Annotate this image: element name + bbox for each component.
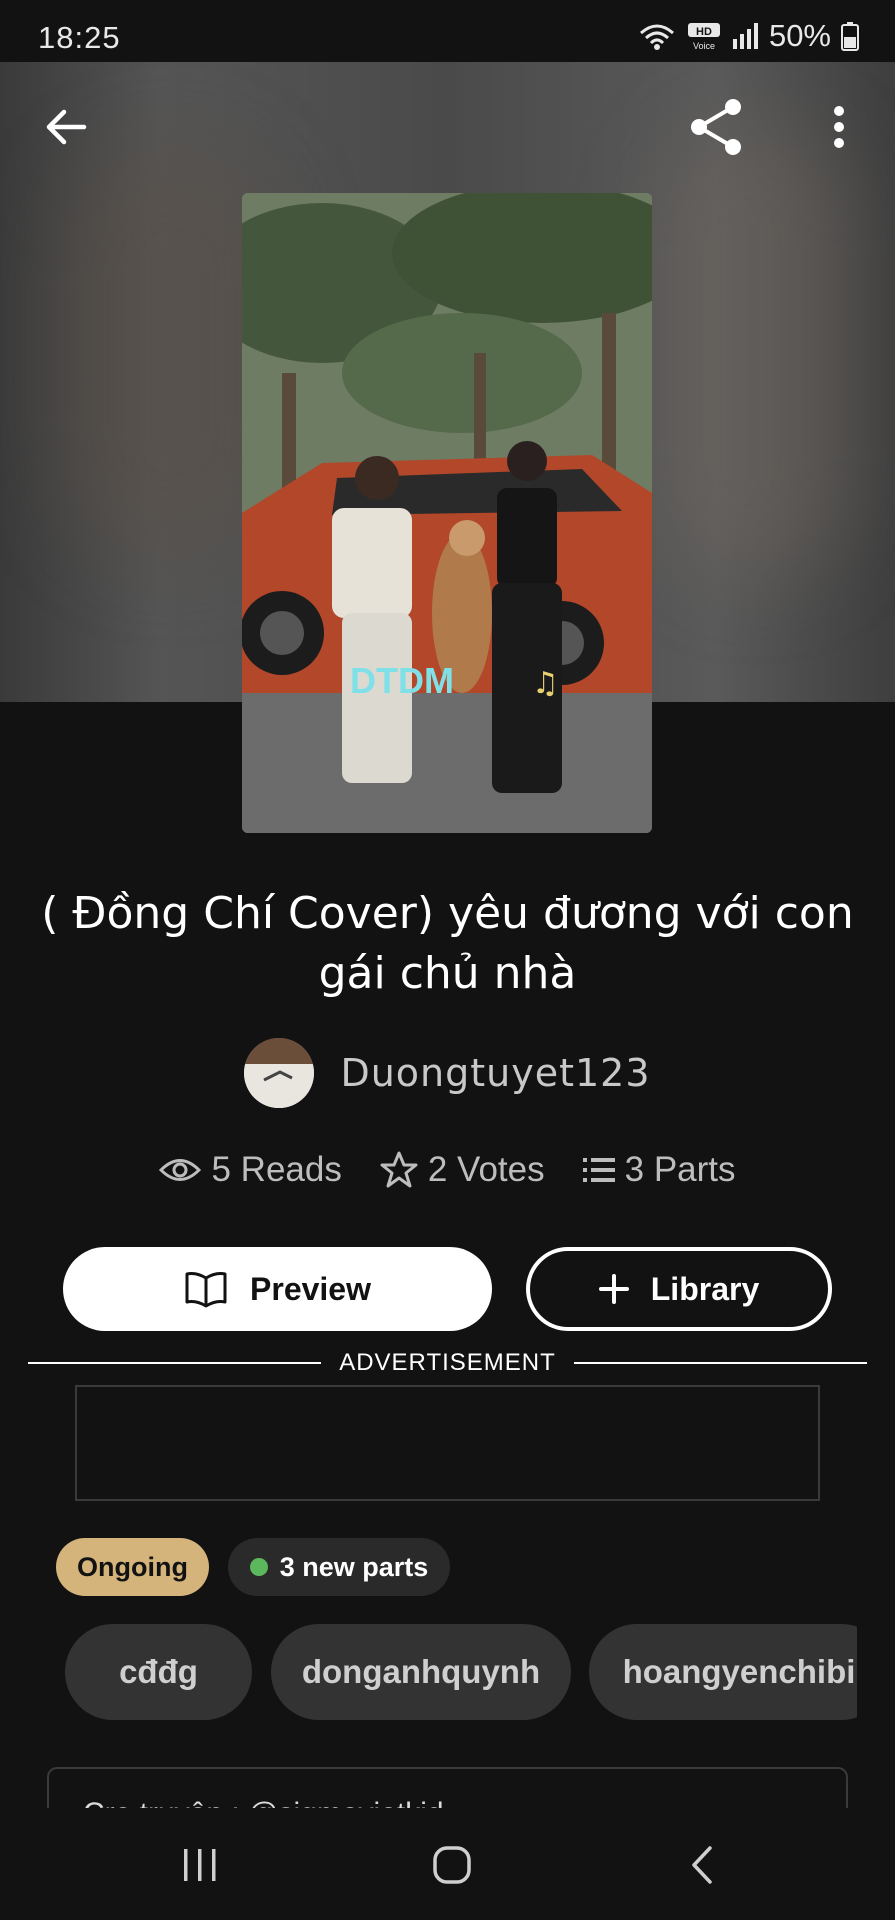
open-book-icon <box>185 1272 227 1308</box>
battery-percent: 50% <box>768 18 831 53</box>
ongoing-label: Ongoing <box>77 1551 188 1582</box>
back-arrow-icon <box>46 109 87 145</box>
votes-count: 2 Votes <box>427 1150 545 1189</box>
system-nav-bar <box>0 1808 895 1920</box>
battery-icon <box>841 22 859 51</box>
votes-stat: 2 Votes <box>380 1150 545 1190</box>
preview-button[interactable]: Preview <box>63 1247 492 1331</box>
eye-icon <box>159 1159 202 1181</box>
author-name[interactable]: Duongtuyet123 <box>340 1051 650 1095</box>
tag-chip[interactable]: cđđg <box>65 1624 252 1720</box>
ad-divider: ADVERTISEMENT <box>28 1348 867 1378</box>
story-cover[interactable]: DTDM ♫ <box>242 193 652 833</box>
status-time: 18:25 <box>38 20 121 55</box>
story-stats: 5 Reads 2 Votes 3 Parts <box>0 1150 895 1190</box>
svg-text:Voice: Voice <box>693 41 715 51</box>
recent-apps-button[interactable] <box>160 1830 240 1900</box>
new-parts-label: 3 new parts <box>279 1551 429 1582</box>
share-button[interactable] <box>681 91 753 163</box>
reads-count: 5 Reads <box>211 1150 342 1189</box>
ad-slot[interactable] <box>75 1385 820 1501</box>
status-icons: HD Voice 50% <box>637 18 859 54</box>
ad-label: ADVERTISEMENT <box>339 1349 556 1376</box>
list-icon <box>582 1158 615 1182</box>
star-icon <box>380 1151 418 1188</box>
signal-icon <box>732 23 758 49</box>
status-bar: 18:25 HD Voice 50% <box>0 0 895 62</box>
parts-count: 3 Parts <box>624 1150 736 1189</box>
recent-apps-icon <box>184 1849 216 1881</box>
reads-stat: 5 Reads <box>159 1150 342 1190</box>
story-title: ( Đồng Chí Cover) yêu đương với con gái … <box>41 888 854 999</box>
nav-back-button[interactable] <box>663 1830 743 1900</box>
back-icon <box>692 1846 712 1884</box>
cover-overlay-text: DTDM <box>350 660 454 701</box>
wifi-icon <box>639 24 674 50</box>
plus-icon <box>598 1274 629 1304</box>
more-vertical-icon <box>834 106 844 148</box>
author-row[interactable]: Duongtuyet123 <box>0 1038 895 1108</box>
cover-illustration: DTDM ♫ <box>242 193 652 833</box>
add-to-library-button[interactable]: Library <box>526 1247 832 1331</box>
home-button[interactable] <box>412 1830 492 1900</box>
preview-label: Preview <box>250 1270 371 1307</box>
tag-chip[interactable]: hoangyenchibi <box>589 1624 857 1720</box>
more-button[interactable] <box>803 91 875 163</box>
library-label: Library <box>650 1270 760 1307</box>
ongoing-badge: Ongoing <box>56 1538 209 1596</box>
tag-chip[interactable]: donganhquynh <box>271 1624 571 1720</box>
new-parts-badge: 3 new parts <box>228 1538 450 1596</box>
svg-text:HD: HD <box>696 26 712 38</box>
author-avatar[interactable] <box>244 1038 315 1108</box>
back-button[interactable] <box>30 91 102 163</box>
hd-voice-icon: HD Voice <box>687 23 720 51</box>
svg-text:♫: ♫ <box>532 666 559 701</box>
home-icon <box>433 1846 471 1884</box>
new-indicator-dot <box>249 1558 268 1576</box>
tag-list[interactable]: cđđg donganhquynh hoangyenchibi <box>65 1624 857 1720</box>
parts-stat: 3 Parts <box>582 1150 736 1190</box>
share-icon <box>691 99 741 155</box>
